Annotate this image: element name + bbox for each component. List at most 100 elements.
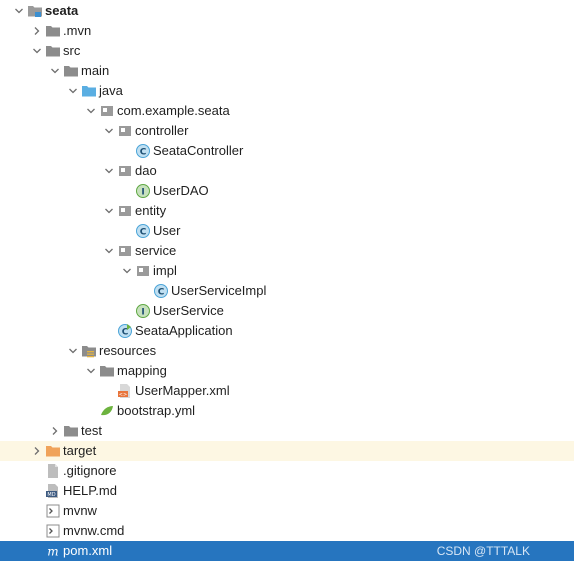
chevron-placeholder: [137, 281, 153, 301]
chevron-down-icon[interactable]: [119, 261, 135, 281]
tree-node-label: seata: [45, 3, 79, 18]
interface-icon: I: [135, 181, 153, 201]
tree-node[interactable]: C UserServiceImpl: [0, 281, 574, 301]
tree-node[interactable]: seata: [0, 1, 574, 21]
shell-file-icon: [45, 501, 63, 521]
tree-node-label: java: [99, 83, 123, 98]
chevron-placeholder: [101, 381, 117, 401]
maven-file-icon: m: [45, 541, 63, 561]
interface-icon: I: [135, 301, 153, 321]
chevron-right-icon[interactable]: [47, 421, 63, 441]
tree-node-label: SeataController: [153, 143, 244, 158]
folder-icon: [63, 421, 81, 441]
svg-text:<>: <>: [119, 392, 127, 398]
chevron-down-icon[interactable]: [11, 1, 27, 21]
tree-node[interactable]: bootstrap.yml: [0, 401, 574, 421]
xml-file-icon: <>: [117, 381, 135, 401]
tree-node-label: UserDAO: [153, 183, 209, 198]
tree-node-label: SeataApplication: [135, 323, 233, 338]
tree-node[interactable]: I UserService: [0, 301, 574, 321]
tree-node-label: mvnw: [63, 503, 97, 518]
package-icon: [117, 121, 135, 141]
chevron-down-icon[interactable]: [101, 121, 117, 141]
text-file-icon: [45, 461, 63, 481]
chevron-right-icon[interactable]: [29, 441, 45, 461]
tree-node[interactable]: main: [0, 61, 574, 81]
tree-node-label: src: [63, 43, 81, 58]
package-icon: [117, 161, 135, 181]
chevron-placeholder: [119, 181, 135, 201]
tree-node[interactable]: test: [0, 421, 574, 441]
chevron-placeholder: [101, 321, 117, 341]
chevron-placeholder: [119, 141, 135, 161]
tree-node[interactable]: C SeataApplication: [0, 321, 574, 341]
resources-folder-icon: [81, 341, 99, 361]
tree-node[interactable]: C SeataController: [0, 141, 574, 161]
tree-node-label: impl: [153, 263, 177, 278]
svg-text:C: C: [140, 227, 147, 237]
chevron-down-icon[interactable]: [101, 241, 117, 261]
tree-node[interactable]: com.example.seata: [0, 101, 574, 121]
tree-node[interactable]: dao: [0, 161, 574, 181]
tree-node[interactable]: C User: [0, 221, 574, 241]
package-icon: [117, 241, 135, 261]
tree-node[interactable]: src: [0, 41, 574, 61]
svg-text:m: m: [47, 545, 58, 559]
tree-node-label: UserMapper.xml: [135, 383, 230, 398]
tree-node[interactable]: mvnw: [0, 501, 574, 521]
class-icon: C: [135, 141, 153, 161]
tree-node-label: UserServiceImpl: [171, 283, 267, 298]
chevron-placeholder: [83, 401, 99, 421]
tree-node[interactable]: entity: [0, 201, 574, 221]
svg-text:MD: MD: [47, 492, 55, 498]
chevron-down-icon[interactable]: [65, 81, 81, 101]
tree-node-label: dao: [135, 163, 157, 178]
chevron-placeholder: [29, 481, 45, 501]
tree-node[interactable]: controller: [0, 121, 574, 141]
watermark: CSDN @TTTALK: [436, 544, 530, 558]
tree-node-label: .mvn: [63, 23, 92, 38]
chevron-down-icon[interactable]: [83, 361, 99, 381]
folder-icon: [63, 61, 81, 81]
svg-text:C: C: [140, 147, 147, 157]
chevron-down-icon[interactable]: [65, 341, 81, 361]
tree-node-label: service: [135, 243, 177, 258]
tree-node[interactable]: .gitignore: [0, 461, 574, 481]
chevron-right-icon[interactable]: [29, 21, 45, 41]
chevron-placeholder: [29, 521, 45, 541]
tree-node[interactable]: resources: [0, 341, 574, 361]
chevron-down-icon[interactable]: [101, 161, 117, 181]
tree-node[interactable]: mapping: [0, 361, 574, 381]
tree-node[interactable]: .mvn: [0, 21, 574, 41]
chevron-down-icon[interactable]: [83, 101, 99, 121]
tree-node-label: main: [81, 63, 110, 78]
chevron-down-icon[interactable]: [47, 61, 63, 81]
folder-icon: [45, 41, 63, 61]
tree-node[interactable]: MD HELP.md: [0, 481, 574, 501]
chevron-down-icon[interactable]: [29, 41, 45, 61]
tree-node-label: mapping: [117, 363, 167, 378]
tree-node[interactable]: <> UserMapper.xml: [0, 381, 574, 401]
tree-node-label: entity: [135, 203, 167, 218]
tree-node-label: mvnw.cmd: [63, 523, 125, 538]
tree-node[interactable]: java: [0, 81, 574, 101]
tree-node[interactable]: target: [0, 441, 574, 461]
chevron-placeholder: [119, 221, 135, 241]
package-icon: [135, 261, 153, 281]
svg-text:C: C: [158, 287, 165, 297]
tree-node-label: target: [63, 443, 97, 458]
tree-node[interactable]: impl: [0, 261, 574, 281]
tree-node-label: UserService: [153, 303, 224, 318]
tree-node-label: HELP.md: [63, 483, 117, 498]
chevron-down-icon[interactable]: [101, 201, 117, 221]
package-icon: [117, 201, 135, 221]
chevron-placeholder: [119, 301, 135, 321]
chevron-placeholder: [29, 461, 45, 481]
tree-node[interactable]: mvnw.cmd: [0, 521, 574, 541]
svg-text:I: I: [141, 187, 144, 197]
tree-node-label: com.example.seata: [117, 103, 230, 118]
tree-node[interactable]: service: [0, 241, 574, 261]
tree-node[interactable]: I UserDAO: [0, 181, 574, 201]
yaml-file-icon: [99, 401, 117, 421]
spring-boot-class-icon: C: [117, 321, 135, 341]
